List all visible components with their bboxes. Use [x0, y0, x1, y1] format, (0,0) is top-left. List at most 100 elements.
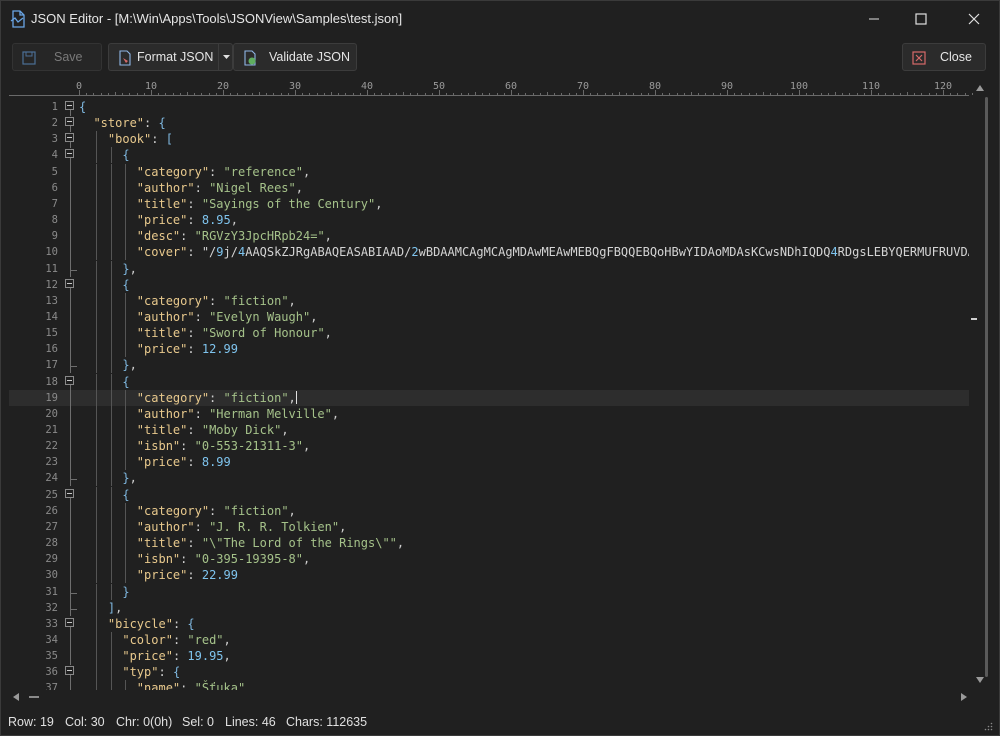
scroll-down-icon[interactable] — [976, 677, 984, 683]
code-text: "category": "fiction", — [136, 390, 297, 405]
code-line[interactable]: 22 "isbn": "0-553-21311-3", — [9, 438, 969, 456]
code-line[interactable]: 14 "author": "Evelyn Waugh", — [9, 308, 969, 326]
ruler-tick — [100, 93, 102, 95]
status-col: Col: 30 — [65, 715, 105, 729]
line-number: 8 — [51, 214, 58, 227]
save-button[interactable]: Save — [12, 43, 102, 71]
fold-toggle-icon[interactable] — [65, 149, 74, 159]
fold-line — [70, 454, 71, 472]
ruler-tick — [878, 93, 880, 95]
validate-json-label: Validate JSON — [269, 50, 351, 64]
code-line[interactable]: 23 "price": 8.99 — [9, 454, 969, 472]
scroll-right-icon[interactable] — [961, 693, 967, 701]
code-line[interactable]: 8 "price": 8.95, — [9, 212, 969, 230]
code-line[interactable]: 35 "price": 19.95, — [9, 648, 969, 666]
code-text: "color": "red", — [122, 632, 231, 647]
ruler-tick — [208, 93, 210, 95]
maximize-button[interactable] — [898, 1, 944, 37]
window-close-button[interactable] — [951, 1, 997, 37]
code-line[interactable]: 3 "book": [ — [9, 131, 969, 149]
fold-line — [70, 438, 71, 456]
close-button[interactable]: Close — [902, 43, 986, 71]
code-line[interactable]: 29 "isbn": "0-395-19395-8", — [9, 551, 969, 569]
code-line[interactable]: 20 "author": "Herman Melville", — [9, 405, 969, 423]
fold-toggle-icon[interactable] — [65, 488, 74, 498]
line-number: 32 — [45, 601, 58, 614]
fold-toggle-icon[interactable] — [65, 133, 74, 143]
code-line[interactable]: 25 { — [9, 486, 969, 504]
fold-line — [70, 567, 71, 585]
ruler-tick — [410, 93, 412, 95]
code-line[interactable]: 31 } — [9, 583, 969, 600]
ruler-tick — [331, 92, 332, 95]
code-line[interactable]: 19 "category": "fiction", — [9, 389, 969, 407]
horizontal-scrollbar[interactable] — [9, 690, 969, 704]
code-line[interactable]: 2 "store": { — [9, 115, 969, 133]
code-line[interactable]: 30 "price": 22.99 — [9, 567, 969, 585]
code-line[interactable]: 12 { — [9, 276, 969, 294]
fold-toggle-icon[interactable] — [65, 117, 74, 127]
code-line[interactable]: 33 "bicycle": { — [9, 615, 969, 633]
ruler-tick — [367, 90, 368, 95]
ruler-tick — [374, 93, 376, 95]
validate-json-button[interactable]: Validate JSON — [233, 43, 357, 71]
close-box-icon — [912, 51, 926, 65]
code-line[interactable]: 9 "desc": "RGVzY3JpcHRpb24=", — [9, 228, 969, 246]
code-line[interactable]: 27 "author": "J. R. R. Tolkien", — [9, 518, 969, 536]
ruler-tick — [662, 93, 664, 95]
ruler-tick — [280, 93, 282, 95]
code-text: { — [122, 148, 130, 163]
vertical-scrollbar[interactable] — [969, 79, 991, 689]
ruler-tick — [899, 93, 901, 95]
ruler-tick — [806, 93, 808, 95]
code-line[interactable]: 17 }, — [9, 357, 969, 374]
code-line[interactable]: 16 "price": 12.99 — [9, 341, 969, 359]
ruler-tick — [763, 92, 764, 95]
ruler-tick — [158, 93, 160, 95]
code-line[interactable]: 4 { — [9, 147, 969, 165]
fold-toggle-icon[interactable] — [65, 101, 74, 110]
code-text: } — [122, 584, 130, 599]
code-line[interactable]: 34 "color": "red", — [9, 631, 969, 649]
code-line[interactable]: 28 "title": "\"The Lord of the Rings\"", — [9, 535, 969, 553]
code-line[interactable]: 24 }, — [9, 470, 969, 487]
fold-toggle-icon[interactable] — [65, 375, 74, 385]
code-line[interactable]: 26 "category": "fiction", — [9, 502, 969, 520]
fold-line — [70, 631, 71, 649]
code-line[interactable]: 15 "title": "Sword of Honour", — [9, 325, 969, 343]
code-line[interactable]: 10 "cover": "/9j/4AAQSkZJRgABAQEASABIAAD… — [9, 244, 969, 262]
ruler-tick — [316, 93, 318, 95]
horizontal-scroll-thumb[interactable] — [29, 696, 39, 698]
format-json-button[interactable]: Format JSON — [108, 43, 219, 71]
code-line[interactable]: 13 "category": "fiction", — [9, 292, 969, 310]
resize-grip-icon[interactable] — [983, 721, 993, 731]
code-line[interactable]: 32 ], — [9, 599, 969, 616]
code-line[interactable]: 37 "name": "Šťuka" — [9, 680, 969, 690]
fold-line — [70, 212, 71, 230]
line-number: 4 — [51, 149, 58, 162]
fold-toggle-icon[interactable] — [65, 666, 74, 676]
code-line[interactable]: 36 "typ": { — [9, 664, 969, 682]
vertical-scroll-thumb[interactable] — [985, 97, 988, 677]
format-options-dropdown[interactable] — [218, 43, 233, 71]
code-line[interactable]: 11 }, — [9, 260, 969, 277]
scroll-up-icon[interactable] — [976, 85, 984, 91]
status-bar: Row: 19 Col: 30 Chr: 0(0h) Sel: 0 Lines:… — [1, 709, 999, 735]
fold-toggle-icon[interactable] — [65, 278, 74, 288]
ruler-tick — [194, 93, 196, 95]
code-line[interactable]: 7 "title": "Sayings of the Century", — [9, 195, 969, 213]
fold-toggle-icon[interactable] — [65, 617, 74, 627]
code-editor[interactable]: 1{2 "store": {3 "book": [4 {5 "category"… — [9, 99, 969, 690]
code-line[interactable]: 1{ — [9, 99, 969, 116]
ruler-tick — [165, 93, 167, 95]
scroll-left-icon[interactable] — [13, 693, 19, 701]
code-line[interactable]: 18 { — [9, 373, 969, 391]
code-line[interactable]: 6 "author": "Nigel Rees", — [9, 179, 969, 197]
floppy-disk-icon — [22, 51, 36, 65]
code-line[interactable]: 5 "category": "reference", — [9, 163, 969, 181]
ruler-tick — [273, 93, 275, 95]
minimize-button[interactable] — [851, 1, 897, 37]
code-line[interactable]: 21 "title": "Moby Dick", — [9, 422, 969, 439]
ruler-tick — [345, 93, 347, 95]
close-icon — [968, 13, 980, 25]
